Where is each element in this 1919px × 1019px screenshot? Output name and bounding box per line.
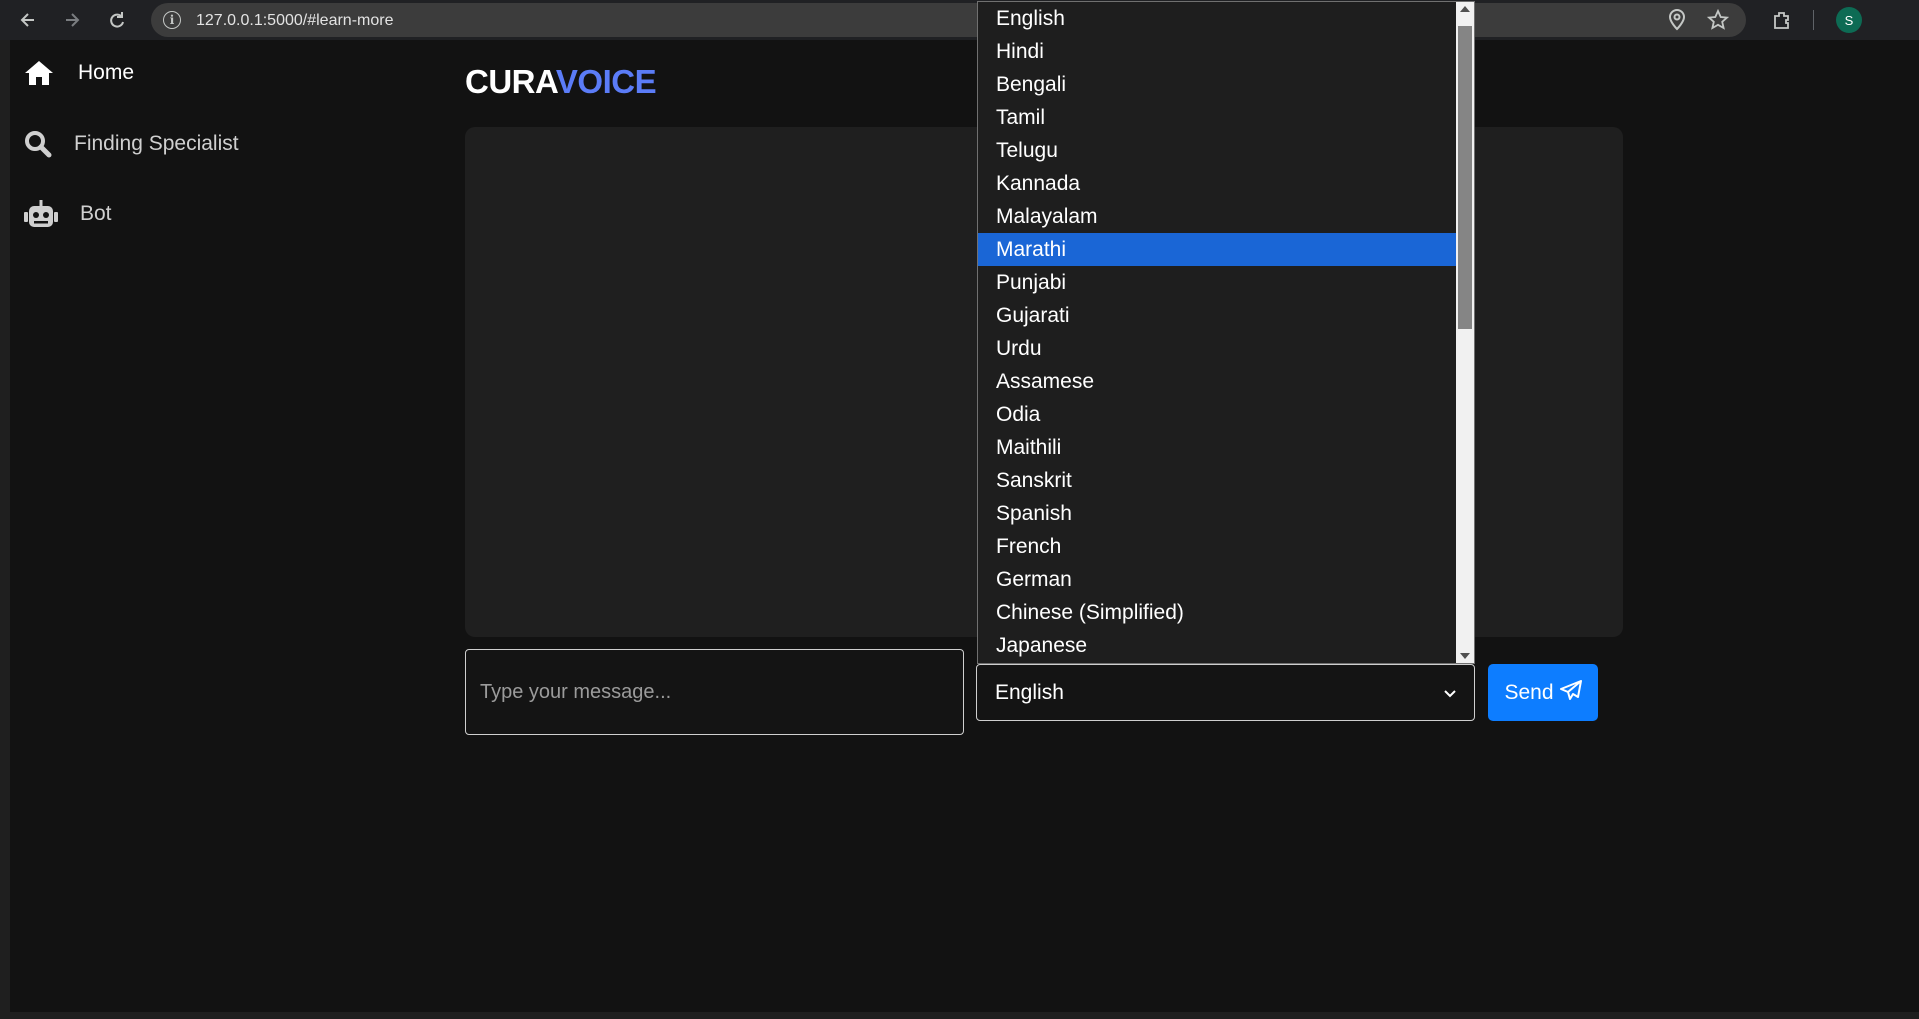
message-input[interactable]: Type your message...	[465, 649, 964, 735]
sidebar-item-label: Bot	[80, 202, 112, 225]
language-option[interactable]: Hindi	[978, 35, 1457, 68]
language-option[interactable]: Bengali	[978, 68, 1457, 101]
sidebar-item-finding-specialist[interactable]: Finding Specialist	[24, 129, 239, 159]
paper-plane-icon	[1559, 679, 1582, 706]
scrollbar-thumb[interactable]	[1458, 26, 1472, 329]
robot-icon	[24, 199, 64, 229]
send-button-label: Send	[1504, 680, 1554, 704]
site-info-icon[interactable]: i	[163, 11, 181, 29]
url-text[interactable]: 127.0.0.1:5000/#learn-more	[196, 12, 393, 30]
language-option[interactable]: Malayalam	[978, 200, 1457, 233]
language-option[interactable]: Gujarati	[978, 299, 1457, 332]
dropdown-scrollbar[interactable]	[1456, 2, 1474, 663]
sidebar-item-label: Home	[78, 61, 135, 84]
bookmark-star-icon[interactable]	[1704, 6, 1732, 34]
language-option[interactable]: German	[978, 563, 1457, 596]
language-option[interactable]: French	[978, 530, 1457, 563]
back-icon[interactable]	[14, 6, 42, 34]
scroll-up-icon[interactable]	[1460, 6, 1470, 12]
profile-avatar[interactable]: S	[1836, 7, 1862, 33]
address-bar[interactable]: i 127.0.0.1:5000/#learn-more	[151, 3, 1746, 37]
language-option[interactable]: Maithili	[978, 431, 1457, 464]
home-icon	[24, 58, 64, 88]
language-option[interactable]: Odia	[978, 398, 1457, 431]
send-button[interactable]: Send	[1488, 664, 1598, 721]
language-option[interactable]: Punjabi	[978, 266, 1457, 299]
language-select[interactable]: English	[976, 664, 1475, 721]
language-option[interactable]: Telugu	[978, 134, 1457, 167]
forward-icon[interactable]	[58, 6, 86, 34]
sidebar-item-home[interactable]: Home	[24, 58, 134, 88]
toolbar-divider	[1813, 10, 1814, 30]
language-options: English Hindi Bengali Tamil Telugu Kannada Mal…	[978, 2, 1457, 662]
extensions-icon[interactable]	[1768, 6, 1796, 34]
window-frame-bottom	[0, 1012, 1919, 1019]
logo-part-cura: CURA	[465, 63, 556, 100]
language-option[interactable]: Marathi	[978, 233, 1457, 266]
location-icon[interactable]	[1663, 6, 1691, 34]
sidebar-item-bot[interactable]: Bot	[24, 199, 112, 229]
language-option[interactable]: Kannada	[978, 167, 1457, 200]
language-select-value: English	[995, 680, 1064, 704]
browser-toolbar: i 127.0.0.1:5000/#learn-more S	[0, 0, 1919, 40]
message-input-placeholder: Type your message...	[480, 680, 672, 703]
logo-part-voice: VOICE	[555, 63, 657, 100]
language-option[interactable]: Japanese	[978, 629, 1457, 662]
window-frame-left	[0, 40, 10, 1019]
scroll-down-icon[interactable]	[1460, 653, 1470, 659]
reload-icon[interactable]	[103, 6, 131, 34]
language-option[interactable]: Chinese (Simplified)	[978, 596, 1457, 629]
app-logo: CURAVOICE	[465, 63, 657, 101]
language-option[interactable]: English	[978, 2, 1457, 35]
language-option[interactable]: Sanskrit	[978, 464, 1457, 497]
chevron-down-icon	[1444, 685, 1456, 701]
language-option[interactable]: Assamese	[978, 365, 1457, 398]
language-option[interactable]: Urdu	[978, 332, 1457, 365]
search-icon	[24, 129, 64, 159]
sidebar-item-label: Finding Specialist	[74, 132, 239, 155]
language-option[interactable]: Spanish	[978, 497, 1457, 530]
language-dropdown-list[interactable]: English Hindi Bengali Tamil Telugu Kannada Mal…	[977, 1, 1475, 664]
language-option[interactable]: Tamil	[978, 101, 1457, 134]
